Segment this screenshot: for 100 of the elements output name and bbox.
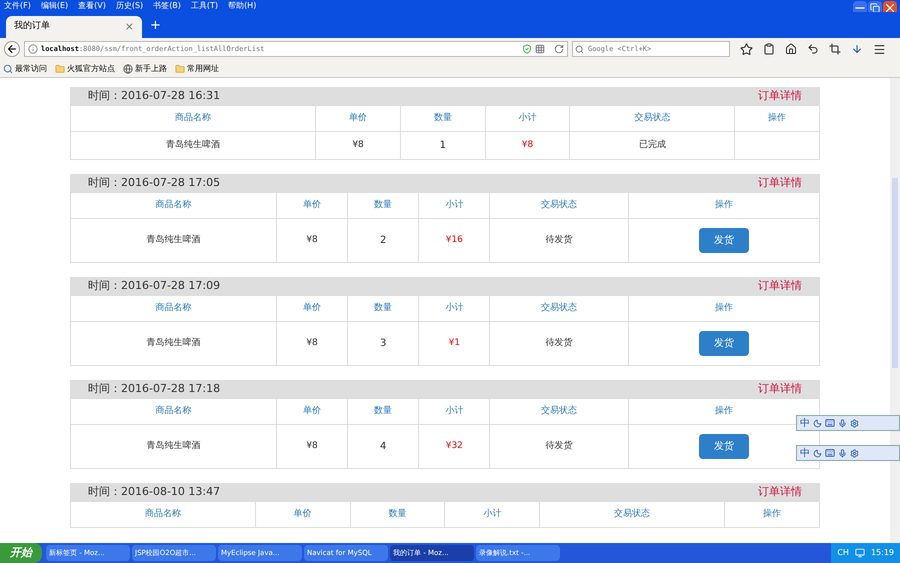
column-header: 交易状态 [490,192,628,218]
column-header: 单价 [276,398,348,424]
menu-icon[interactable] [873,42,886,56]
start-button[interactable]: 开始 [0,543,42,563]
column-header: 商品名称 [70,106,316,132]
menu-item[interactable]: 书签(B) [153,0,181,11]
order-time: 时间：2016-07-28 16:31 [88,88,220,104]
undo-icon[interactable] [807,43,819,55]
column-header: 数量 [400,106,486,132]
bookmark-item[interactable]: 最常访问 [3,62,47,74]
close-tab-icon[interactable]: × [124,18,134,36]
table-cell: ¥8 [276,322,348,366]
crop-icon[interactable] [829,43,841,55]
search-icon [575,44,584,54]
new-tab-button[interactable]: + [150,16,161,35]
column-header: 商品名称 [70,296,276,322]
bookmark-item[interactable]: 常用网址 [175,62,219,74]
order-detail-link[interactable]: 订单详情 [758,380,802,398]
order-detail-link[interactable]: 订单详情 [758,174,802,192]
language-indicator[interactable]: CH [837,547,849,559]
folder-icon [55,64,65,74]
table-cell: ¥32 [418,424,490,468]
keyboard-icon [825,418,835,428]
ime-toolbar[interactable]: 中 [796,445,900,461]
column-header: 操作 [628,296,820,322]
qr-code-icon[interactable] [535,44,545,54]
column-header: 小计 [444,502,540,528]
table-cell: 2 [348,218,419,262]
column-header: 交易状态 [490,398,628,424]
menu-item[interactable]: 编辑(E) [40,0,68,11]
browser-tab[interactable]: 我的订单 × [6,16,142,38]
moon-icon [813,448,822,458]
settings-icon [850,448,859,458]
order-time: 时间：2016-07-28 17:09 [88,278,220,294]
clock: 15:19 [870,547,894,559]
column-header: 小计 [418,192,490,218]
table-cell: 1 [400,132,486,160]
order-time: 时间：2016-08-10 13:47 [88,484,220,500]
column-header: 小计 [418,398,490,424]
menu-item[interactable]: 文件(F) [4,0,31,11]
column-header: 交易状态 [490,296,628,322]
ship-button[interactable]: 发货 [698,331,749,356]
column-header: 操作 [734,106,820,132]
column-header: 数量 [348,296,419,322]
keyboard-icon [825,448,835,458]
menu-item[interactable]: 帮助(H) [228,0,256,11]
home-icon[interactable] [785,43,797,55]
order-time: 时间：2016-07-28 17:18 [88,380,220,397]
table-cell: 3 [348,322,419,366]
folder-icon [175,64,185,74]
table-cell: ¥16 [418,218,490,262]
column-header: 交易状态 [540,502,725,528]
bookmark-star-icon[interactable] [740,42,753,56]
column-header: 单价 [276,192,348,218]
column-header: 数量 [350,502,445,528]
bookmark-item[interactable]: 新手上路 [123,62,167,74]
table-cell: 青岛纯生啤酒 [70,322,276,366]
table-cell: ¥8 [276,218,348,262]
column-header: 商品名称 [70,398,276,424]
column-header: 小计 [418,296,490,322]
table-cell: 4 [348,424,419,468]
column-header: 商品名称 [70,502,256,528]
table-cell: ¥1 [418,322,490,366]
column-header: 单价 [276,296,348,322]
table-cell: 青岛纯生啤酒 [70,132,316,160]
order-detail-link[interactable]: 订单详情 [758,88,802,104]
column-header: 操作 [724,502,820,528]
column-header: 单价 [316,106,400,132]
table-cell: 待发货 [490,218,628,262]
table-cell: 待发货 [490,322,628,366]
column-header: 小计 [485,106,570,132]
microphone-icon [838,448,847,458]
download-icon[interactable] [851,43,863,55]
shield-icon [522,44,532,54]
reload-icon[interactable] [554,44,564,54]
bookmark-item[interactable]: 火狐官方站点 [55,62,115,74]
settings-icon [850,418,859,428]
table-cell: 青岛纯生啤酒 [70,424,276,468]
ship-button[interactable]: 发货 [698,228,749,253]
menu-item[interactable]: 工具(T) [190,0,218,11]
microphone-icon [838,418,847,428]
column-header: 交易状态 [570,106,735,132]
info-icon [28,44,38,54]
order-detail-link[interactable]: 订单详情 [758,484,802,500]
column-header: 数量 [348,398,419,424]
ship-button[interactable]: 发货 [698,434,749,459]
column-header: 商品名称 [70,192,276,218]
table-cell: 青岛纯生啤酒 [70,218,276,262]
column-header: 数量 [348,192,419,218]
order-detail-link[interactable]: 订单详情 [758,278,802,294]
reading-list-icon[interactable] [763,43,775,55]
column-header: 单价 [255,502,350,528]
order-time: 时间：2016-07-28 17:05 [88,174,220,191]
menu-item[interactable]: 查看(V) [78,0,106,11]
table-cell: ¥8 [316,132,400,160]
back-icon[interactable] [4,41,20,57]
moon-icon [813,418,822,428]
ime-toolbar[interactable]: 中 [796,415,900,431]
table-cell: 待发货 [490,424,628,468]
menu-item[interactable]: 历史(S) [116,0,144,11]
